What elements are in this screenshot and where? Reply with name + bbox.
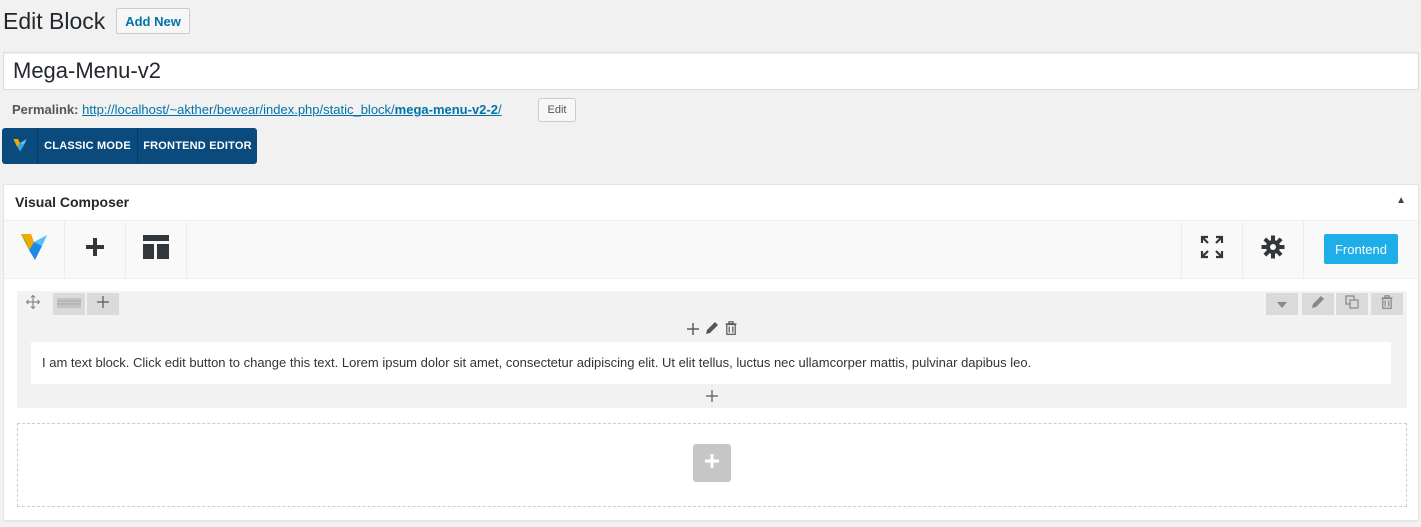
row-edit-button[interactable] [1302, 293, 1334, 315]
settings-button[interactable] [1242, 221, 1303, 278]
editor-mode-bar: CLASSIC MODE FRONTEND EDITOR [2, 128, 257, 164]
row-controls [17, 291, 1407, 317]
row-dropdown-button[interactable] [1266, 293, 1298, 315]
row-layout-button[interactable] [53, 293, 85, 315]
add-column-button[interactable] [87, 293, 119, 315]
add-element-button-large[interactable] [693, 444, 731, 482]
add-icon[interactable] [706, 389, 718, 405]
settings-icon [1261, 235, 1285, 264]
templates-button[interactable] [126, 221, 187, 278]
vc-logo-icon [19, 231, 49, 268]
templates-icon [143, 235, 169, 264]
page-title: Edit Block [3, 8, 106, 34]
classic-mode-button[interactable]: CLASSIC MODE [38, 128, 138, 164]
composer-toolbar: Frontend [4, 221, 1418, 279]
permalink-link[interactable]: http://localhost/~akther/bewear/index.ph… [82, 102, 501, 117]
vc-logo-button[interactable] [2, 128, 38, 164]
column-controls [17, 321, 1407, 337]
permalink-edit-button[interactable]: Edit [538, 98, 576, 122]
add-new-button[interactable]: Add New [116, 8, 190, 34]
edit-icon[interactable] [705, 321, 719, 340]
add-element-icon [85, 237, 105, 262]
delete-icon[interactable] [725, 321, 737, 340]
clone-icon [1345, 294, 1359, 314]
add-column-icon [97, 295, 109, 313]
fullscreen-icon [1200, 235, 1224, 264]
empty-row-placeholder [17, 423, 1407, 507]
add-element-button[interactable] [65, 221, 126, 278]
permalink-url-base: http://localhost/~akther/bewear/index.ph… [82, 102, 395, 117]
edit-icon [1311, 295, 1325, 314]
add-element-icon [705, 453, 719, 473]
row-clone-button[interactable] [1336, 293, 1368, 315]
move-icon [25, 294, 41, 314]
permalink-slug: mega-menu-v2-2 [394, 102, 498, 117]
row: I am text block. Click edit button to ch… [17, 291, 1407, 408]
frontend-editor-button[interactable]: FRONTEND EDITOR [138, 128, 257, 164]
permalink-url-end: / [497, 102, 502, 117]
vc-logo-toolbar-button[interactable] [4, 221, 65, 278]
post-title-input[interactable] [3, 52, 1419, 90]
row-layout-icon [57, 295, 81, 313]
vc-logo-icon [12, 137, 28, 156]
permalink: Permalink: http://localhost/~akther/bewe… [12, 101, 502, 119]
frontend-button[interactable]: Frontend [1324, 234, 1398, 264]
text-block[interactable]: I am text block. Click edit button to ch… [31, 342, 1391, 384]
visual-composer-panel: Visual Composer ▲ Frontend I am text blo… [3, 184, 1419, 521]
dropdown-icon [1277, 295, 1287, 313]
add-element-below [17, 389, 1407, 405]
fullscreen-button[interactable] [1181, 221, 1242, 278]
add-icon[interactable] [686, 322, 699, 340]
panel-title: Visual Composer [15, 194, 130, 210]
collapse-arrow-icon[interactable]: ▲ [1396, 195, 1406, 206]
panel-header[interactable]: Visual Composer ▲ [4, 185, 1418, 221]
delete-icon [1381, 294, 1393, 314]
row-delete-button[interactable] [1371, 293, 1403, 315]
row-move-button[interactable] [17, 293, 49, 315]
permalink-label: Permalink: [12, 102, 79, 117]
